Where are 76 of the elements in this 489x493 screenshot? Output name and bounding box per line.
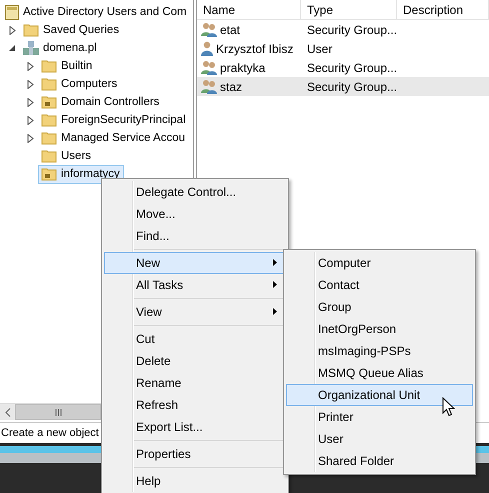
menu-item[interactable]: New — [104, 252, 286, 274]
menu-item[interactable]: Cut — [104, 328, 286, 350]
folder-icon — [23, 23, 39, 37]
folder-icon — [41, 167, 57, 181]
submenu-arrow-icon — [273, 259, 277, 266]
menu-item[interactable]: Shared Folder — [286, 450, 473, 472]
type-text: Security Group... — [307, 60, 398, 74]
type-text: User — [307, 42, 332, 56]
menu-item[interactable]: Find... — [104, 225, 286, 247]
menu-item[interactable]: Computer — [286, 252, 473, 274]
menu-item[interactable]: Group — [286, 296, 473, 318]
menu-item[interactable]: Help — [104, 470, 286, 492]
tree-item[interactable]: Managed Service Accou — [38, 128, 190, 148]
menu-item[interactable]: MSMQ Queue Alias — [286, 362, 473, 384]
expand-arrow-icon[interactable] — [26, 62, 34, 70]
menu-item[interactable]: msImaging-PSPs — [286, 340, 473, 362]
collapse-arrow-icon[interactable] — [8, 44, 16, 52]
tree-item[interactable]: Saved Queries — [20, 20, 124, 40]
menu-item[interactable]: Printer — [286, 406, 473, 428]
group-icon — [201, 22, 217, 37]
menu-item[interactable]: Organizational Unit — [286, 384, 473, 406]
list-row[interactable]: praktyka Security Group... — [197, 58, 489, 77]
name-text: etat — [220, 22, 240, 36]
menu-item[interactable]: Contact — [286, 274, 473, 296]
menu-item[interactable]: Rename — [104, 372, 286, 394]
scroll-thumb[interactable] — [15, 404, 101, 420]
menu-item[interactable]: Export List... — [104, 416, 286, 438]
menu-item[interactable]: Move... — [104, 203, 286, 225]
menu-item[interactable]: Refresh — [104, 394, 286, 416]
menu-item[interactable]: View — [104, 301, 286, 323]
menu-item[interactable]: Delegate Control... — [104, 181, 286, 203]
mouse-pointer-icon — [442, 397, 455, 417]
tree-root-item[interactable]: Active Directory Users and Com — [2, 2, 191, 22]
folder-icon — [41, 77, 57, 91]
console-icon — [5, 4, 19, 20]
menu-item[interactable]: InetOrgPerson — [286, 318, 473, 340]
folder-icon — [41, 131, 57, 145]
folder-icon — [41, 113, 57, 127]
type-text: Security Group... — [307, 80, 398, 94]
expand-arrow-icon[interactable] — [26, 116, 34, 124]
list-row[interactable]: etat Security Group... — [197, 20, 489, 39]
column-header[interactable]: Name — [197, 0, 301, 19]
group-icon — [201, 60, 217, 75]
folder-icon — [41, 95, 57, 109]
expand-arrow-icon[interactable] — [26, 98, 34, 106]
expand-arrow-icon[interactable] — [26, 80, 34, 88]
expand-arrow-icon[interactable] — [26, 134, 34, 142]
domain-icon — [23, 40, 39, 56]
menu-item[interactable]: Delete — [104, 350, 286, 372]
tree-item[interactable]: Users — [38, 146, 96, 166]
tree-item[interactable]: ForeignSecurityPrincipal — [38, 110, 190, 130]
menu-item[interactable]: All Tasks — [104, 274, 286, 296]
list-row[interactable]: Krzysztof Ibisz User — [197, 39, 489, 58]
type-text: Security Group... — [307, 22, 398, 36]
submenu-arrow-icon — [273, 281, 277, 288]
expand-arrow-icon[interactable] — [8, 26, 16, 34]
folder-icon — [41, 59, 57, 73]
user-icon — [201, 41, 213, 56]
list-row[interactable]: staz Security Group... — [197, 77, 489, 96]
menu-item[interactable]: Properties — [104, 443, 286, 465]
tree-item[interactable]: Domain Controllers — [38, 92, 164, 112]
scroll-left-icon[interactable] — [4, 408, 10, 416]
column-header[interactable]: Type — [301, 0, 397, 19]
submenu-arrow-icon — [273, 308, 277, 315]
tree-item[interactable]: Computers — [38, 74, 122, 94]
tree-item[interactable]: Builtin — [38, 56, 96, 76]
name-text: staz — [220, 80, 242, 94]
name-text: Krzysztof Ibisz — [216, 42, 294, 56]
tree-item[interactable]: informatycy — [38, 164, 124, 184]
group-icon — [201, 79, 217, 94]
tree-item[interactable]: domena.pl — [20, 38, 101, 58]
column-header[interactable]: Description — [397, 0, 489, 19]
name-text: praktyka — [220, 60, 266, 74]
menu-item[interactable]: User — [286, 428, 473, 450]
status-text: Create a new object — [1, 427, 99, 439]
grip-icon — [54, 408, 62, 416]
